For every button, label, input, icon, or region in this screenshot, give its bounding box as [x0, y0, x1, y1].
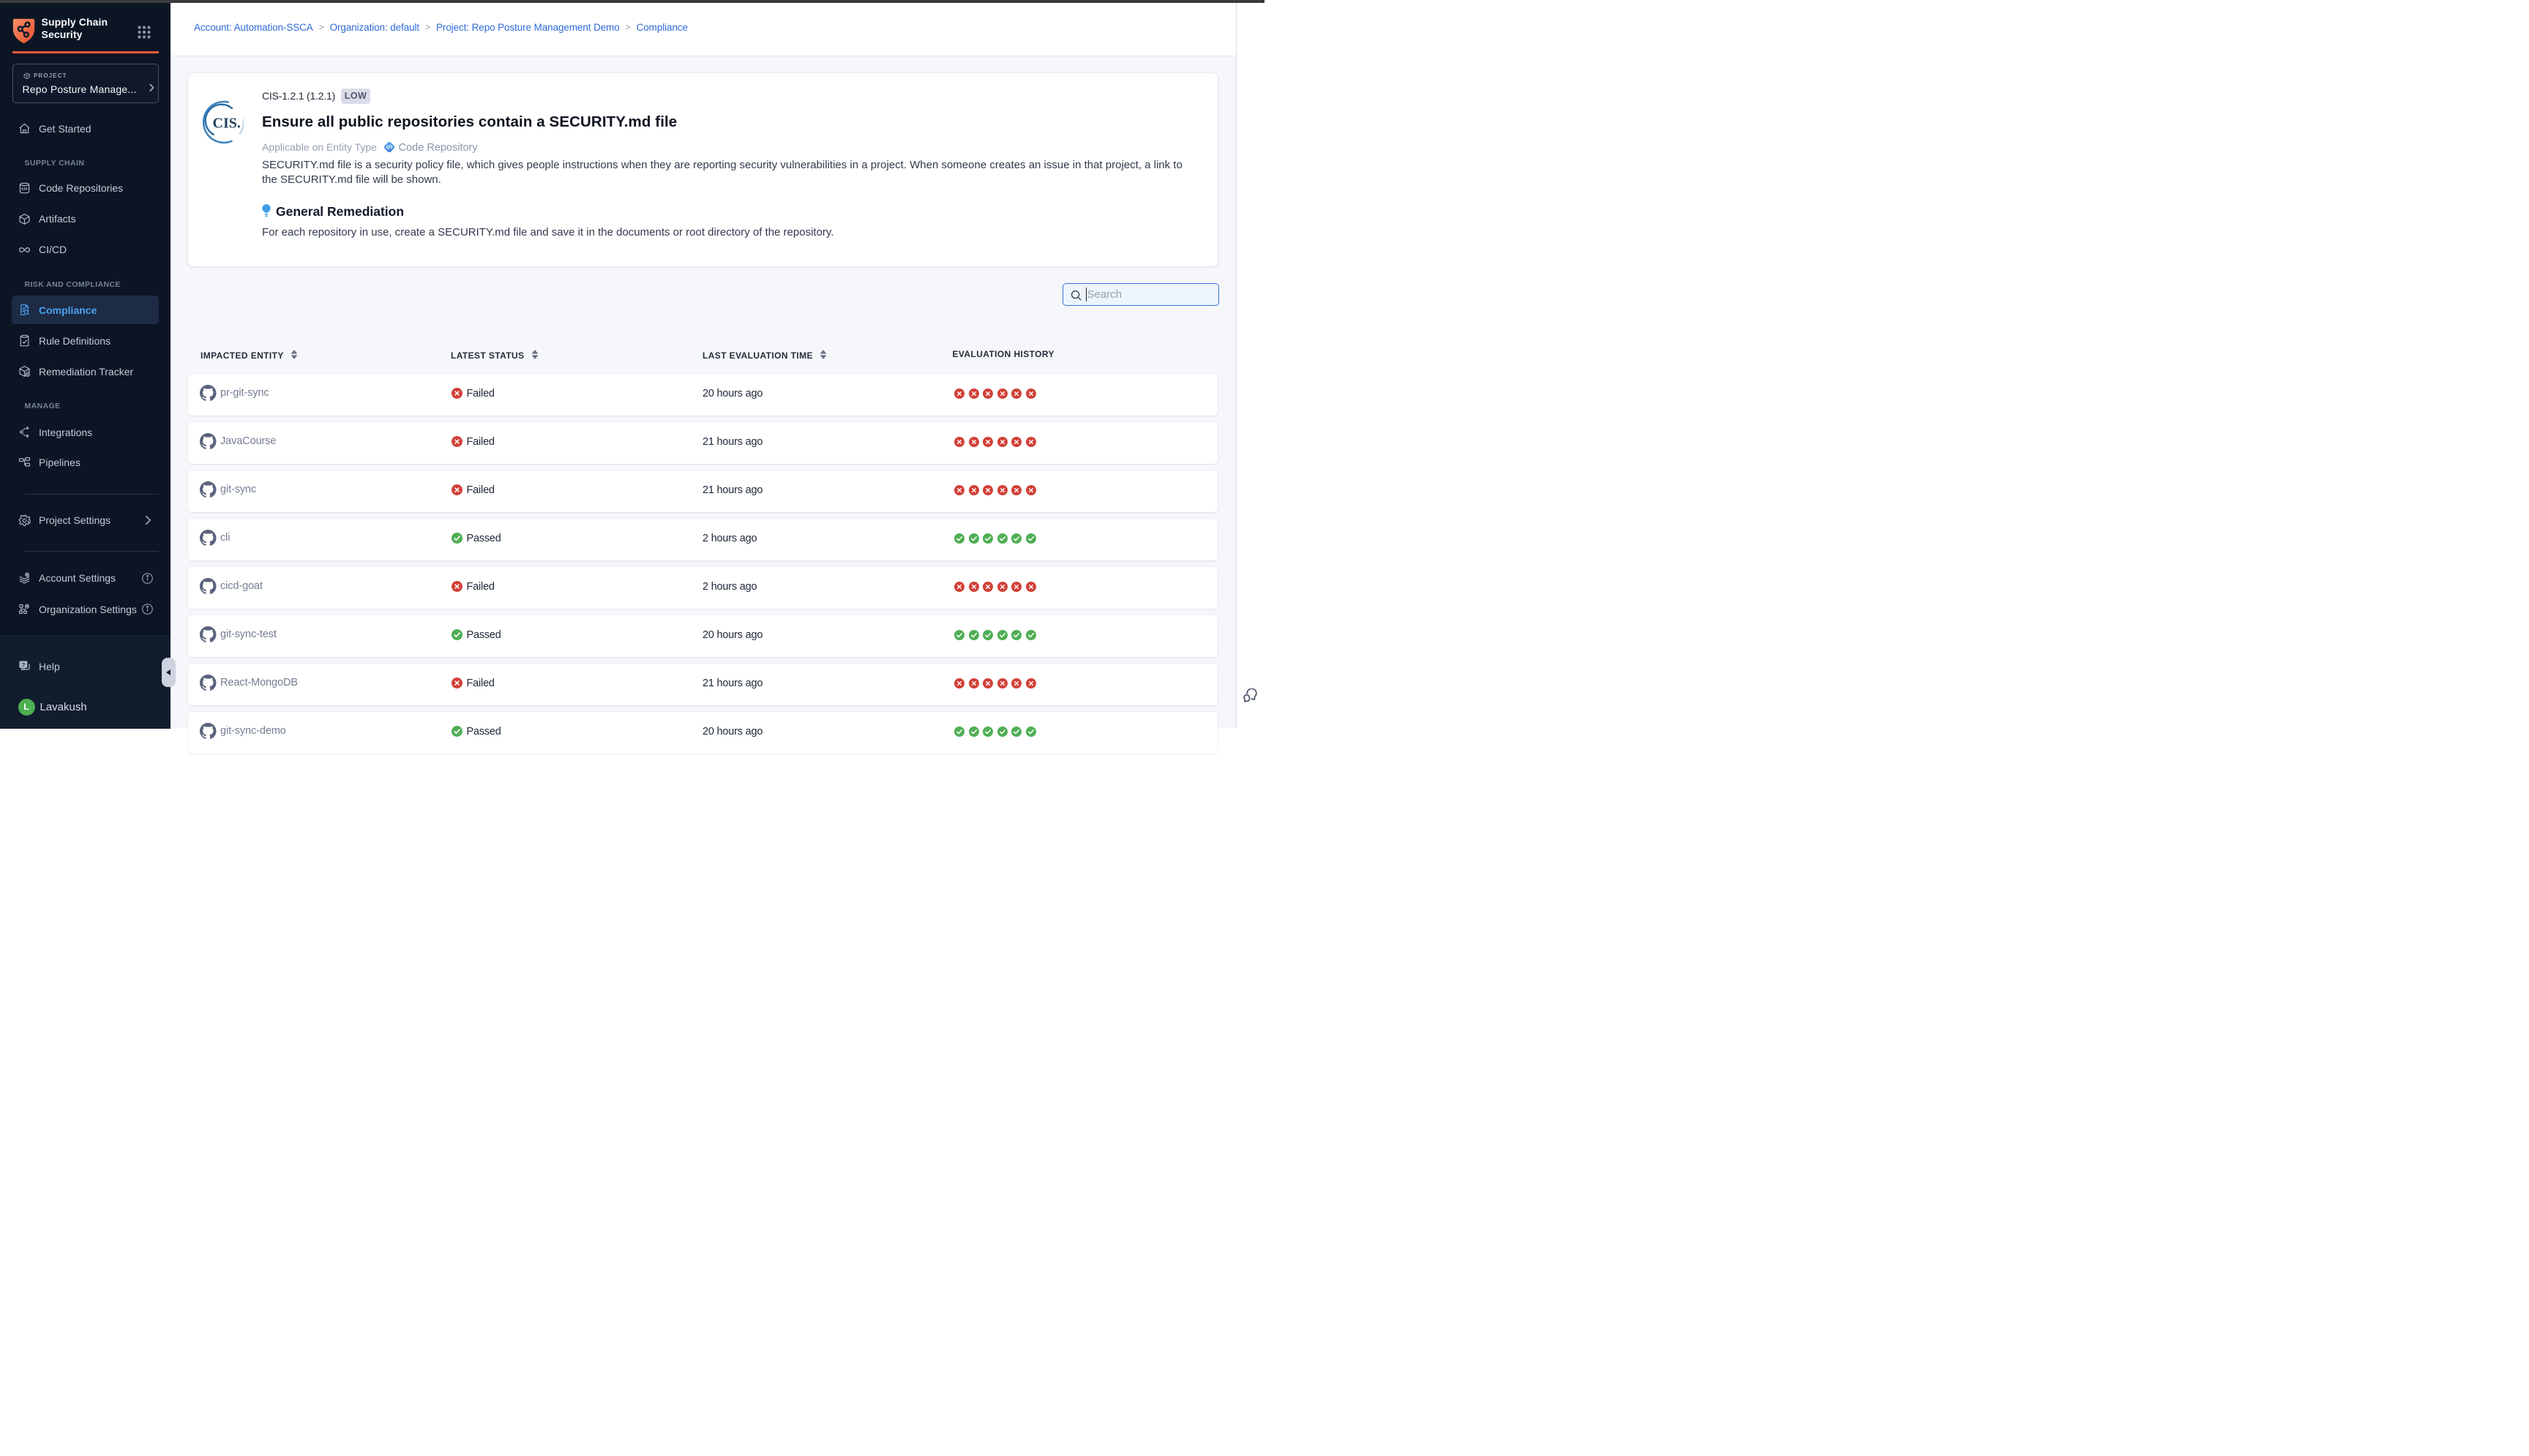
svg-text:CIS.: CIS. [213, 116, 241, 132]
svg-text:?: ? [22, 661, 26, 668]
